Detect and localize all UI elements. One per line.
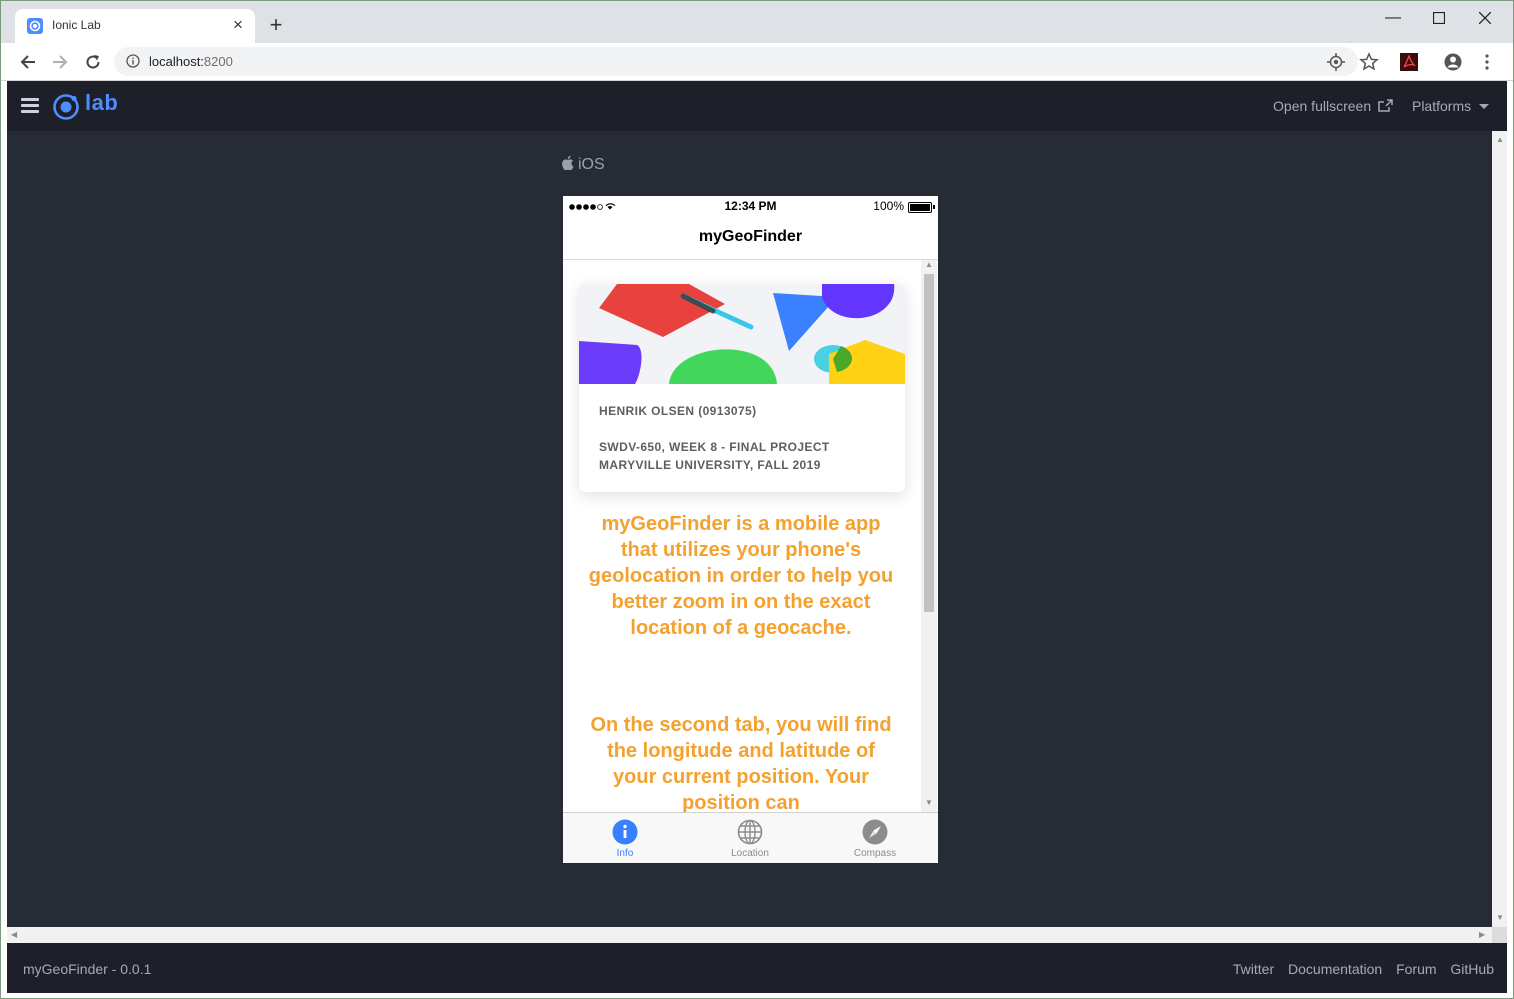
bottom-tab-bar: Info Location Compass	[563, 812, 938, 863]
tab-strip: Ionic Lab × + —	[1, 1, 1513, 43]
page-scroll-left-icon[interactable]: ◀	[11, 930, 17, 939]
maximize-icon[interactable]	[1417, 5, 1461, 31]
apple-icon	[562, 155, 574, 171]
ionic-logo-icon	[53, 94, 79, 120]
card-header-image	[579, 284, 905, 384]
scroll-down-arrow-icon[interactable]: ▼	[925, 798, 933, 807]
footer-link-documentation[interactable]: Documentation	[1288, 961, 1382, 977]
tab-location-label: Location	[731, 848, 769, 859]
forward-arrow-icon[interactable]	[47, 49, 73, 75]
lab-preview-area: iOS 12:34 PM 100% myGeoFinder HENRIK OLS…	[7, 131, 1492, 927]
tab-title: Ionic Lab	[52, 18, 101, 32]
footer-link-twitter[interactable]: Twitter	[1233, 961, 1274, 977]
address-bar[interactable]: localhost:8200	[114, 47, 1358, 76]
open-fullscreen-link[interactable]: Open fullscreen	[1273, 98, 1393, 114]
tab-compass-label: Compass	[853, 848, 897, 859]
lab-footer: myGeoFinder - 0.0.1 Twitter Documentatio…	[7, 943, 1507, 993]
scrollbar-corner	[1492, 927, 1507, 943]
platforms-dropdown[interactable]: Platforms	[1412, 98, 1489, 114]
page-scroll-right-icon[interactable]: ▶	[1479, 930, 1485, 939]
header-card: HENRIK OLSEN (0913075) SWDV-650, WEEK 8 …	[579, 284, 905, 492]
footer-links: Twitter Documentation Forum GitHub	[1223, 961, 1494, 977]
page-title: myGeoFinder	[698, 228, 803, 245]
site-info-icon[interactable]	[126, 54, 140, 68]
minimize-icon[interactable]: —	[1371, 5, 1415, 31]
scroll-up-arrow-icon[interactable]: ▲	[925, 260, 933, 269]
location-target-icon[interactable]	[1326, 52, 1346, 72]
page-scroll-up-icon[interactable]: ▲	[1496, 135, 1504, 144]
browser-menu-icon[interactable]	[1477, 52, 1497, 72]
battery-tip	[933, 205, 935, 209]
tab-location[interactable]: Location	[710, 819, 790, 859]
page-horizontal-scrollbar[interactable]: ◀ ▶	[7, 927, 1492, 943]
ionic-favicon-icon	[27, 18, 43, 34]
card-university: MARYVILLE UNIVERSITY, FALL 2019	[599, 458, 821, 472]
compass-icon	[862, 819, 888, 845]
info-icon	[612, 819, 638, 845]
app-version: myGeoFinder - 0.0.1	[23, 961, 152, 977]
tab-close-icon[interactable]: ×	[227, 14, 249, 36]
page-vertical-scrollbar[interactable]: ▲ ▼	[1492, 131, 1507, 927]
content-scrollbar[interactable]: ▲ ▼	[921, 260, 937, 812]
app-description: myGeoFinder is a mobile app that utilize…	[588, 513, 894, 639]
ios-status-bar: 12:34 PM 100%	[563, 196, 938, 216]
reload-icon[interactable]	[80, 49, 106, 75]
footer-link-forum[interactable]: Forum	[1396, 961, 1436, 977]
page-scroll-down-icon[interactable]: ▼	[1496, 913, 1504, 922]
external-link-icon	[1378, 99, 1393, 112]
lab-logo-text: lab	[85, 90, 119, 115]
card-author: HENRIK OLSEN (0913075)	[599, 404, 757, 418]
info-content[interactable]: HENRIK OLSEN (0913075) SWDV-650, WEEK 8 …	[563, 260, 938, 812]
browser-window: Ionic Lab × + — localhost:8200 lab Open …	[1, 1, 1513, 998]
globe-icon	[737, 819, 763, 845]
url-text: localhost:8200	[149, 54, 233, 69]
content-scrollbar-thumb[interactable]	[924, 274, 934, 612]
back-arrow-icon[interactable]	[15, 49, 41, 75]
bookmark-star-icon[interactable]	[1359, 52, 1379, 72]
location-description: On the second tab, you will find the lon…	[590, 714, 892, 812]
tab-info[interactable]: Info	[585, 819, 665, 859]
hamburger-menu-icon[interactable]	[21, 98, 39, 113]
card-course: SWDV-650, WEEK 8 - FINAL PROJECT	[599, 440, 830, 454]
new-tab-icon[interactable]: +	[264, 13, 288, 37]
browser-toolbar: localhost:8200	[1, 43, 1513, 81]
caret-down-icon	[1479, 104, 1489, 109]
profile-icon[interactable]	[1443, 52, 1463, 72]
lab-header: lab Open fullscreen Platforms	[7, 81, 1507, 131]
browser-tab[interactable]: Ionic Lab ×	[15, 9, 255, 43]
footer-link-github[interactable]: GitHub	[1450, 961, 1494, 977]
platform-label: iOS	[560, 155, 605, 174]
tab-info-label: Info	[616, 848, 634, 859]
window-close-icon[interactable]	[1463, 5, 1507, 31]
tab-compass[interactable]: Compass	[835, 819, 915, 859]
pdf-extension-icon[interactable]	[1399, 52, 1419, 72]
battery-icon	[908, 202, 932, 213]
battery-percent: 100%	[873, 199, 904, 213]
ios-phone-preview: 12:34 PM 100% myGeoFinder HENRIK OLSEN (…	[563, 196, 938, 863]
